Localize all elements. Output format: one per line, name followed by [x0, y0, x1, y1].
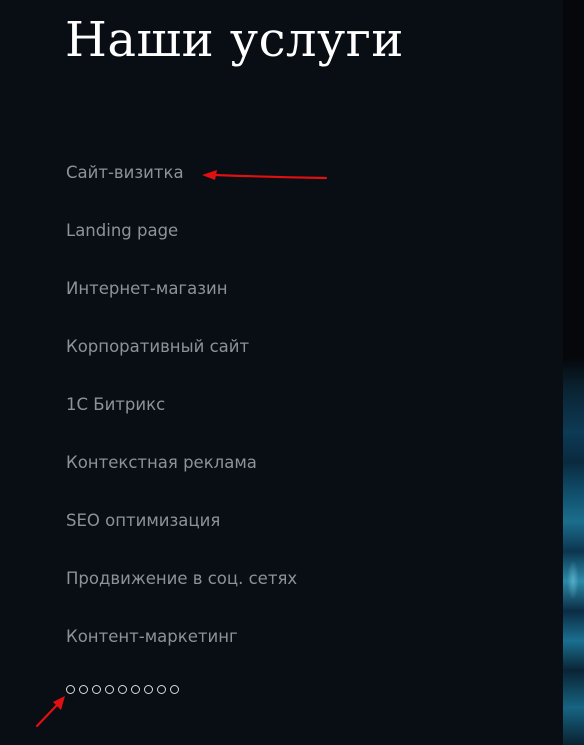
page-title: Наши услуги — [65, 12, 404, 68]
service-link-business-card-site[interactable]: Сайт-визитка — [66, 162, 184, 184]
pagination-dot[interactable] — [92, 685, 101, 694]
pagination-dot[interactable] — [79, 685, 88, 694]
pagination-dot[interactable] — [157, 685, 166, 694]
pagination-dot[interactable] — [131, 685, 140, 694]
service-link-seo[interactable]: SEO оптимизация — [66, 510, 220, 532]
pagination-dot[interactable] — [118, 685, 127, 694]
pagination-dot[interactable] — [66, 685, 75, 694]
pagination-dot[interactable] — [170, 685, 179, 694]
background-photo-edge — [563, 0, 584, 745]
pagination-dot[interactable] — [144, 685, 153, 694]
pagination-dots — [66, 685, 179, 695]
service-link-online-store[interactable]: Интернет-магазин — [66, 278, 228, 300]
service-link-content-marketing[interactable]: Контент-маркетинг — [66, 626, 238, 648]
pagination-dot[interactable] — [105, 685, 114, 694]
service-link-contextual-ads[interactable]: Контекстная реклама — [66, 452, 257, 474]
service-link-social-promotion[interactable]: Продвижение в соц. сетях — [66, 568, 297, 590]
service-link-landing-page[interactable]: Landing page — [66, 220, 178, 242]
service-link-1c-bitrix[interactable]: 1С Битрикс — [66, 394, 165, 416]
service-link-corporate-site[interactable]: Корпоративный сайт — [66, 336, 249, 358]
services-panel: Наши услуги Сайт-визитка Landing page Ин… — [0, 0, 563, 745]
